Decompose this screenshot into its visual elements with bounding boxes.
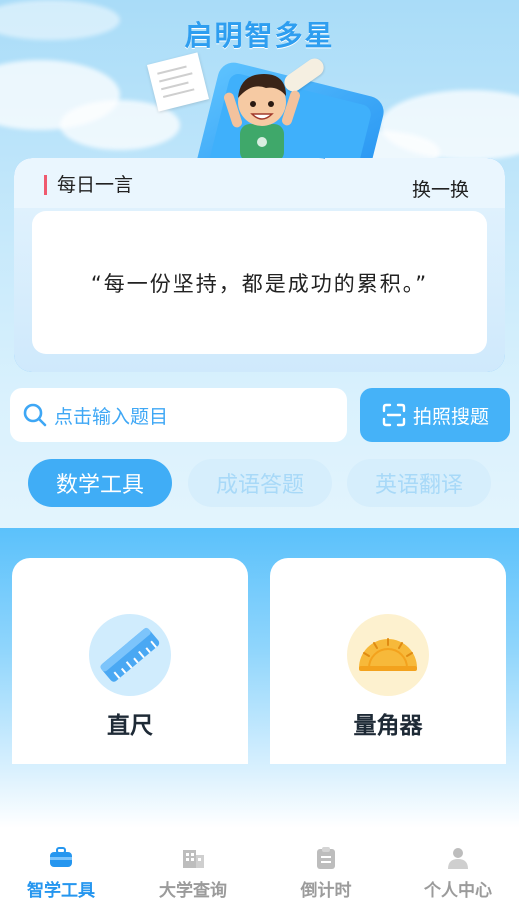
building-icon	[183, 850, 204, 868]
nav-item-profile[interactable]: 个人中心	[393, 844, 519, 901]
quote-content: “每一份坚持，都是成功的累积。”	[90, 271, 429, 296]
tool-label-protractor: 量角器	[353, 713, 423, 739]
scan-icon	[382, 403, 406, 427]
photo-search-label: 拍照搜题	[412, 405, 489, 428]
nav-label-profile: 个人中心	[424, 881, 492, 901]
nav-item-countdown[interactable]: 倒计时	[261, 844, 391, 901]
search-input[interactable]: 点击输入题目	[10, 388, 347, 442]
tool-label-ruler: 直尺	[107, 713, 153, 739]
tab-idiom-quiz[interactable]: 成语答题	[188, 459, 332, 507]
toolbox-icon	[50, 847, 72, 867]
tool-card-protractor[interactable]: 量角器	[270, 558, 506, 764]
quote-text: “每一份坚持，都是成功的累积。”	[32, 211, 487, 354]
change-quote-button[interactable]: 换一换	[412, 175, 469, 202]
nav-label-countdown: 倒计时	[300, 881, 352, 901]
person-icon	[448, 848, 468, 869]
nav-label-smart-tools: 智学工具	[27, 881, 95, 901]
boy-illustration	[223, 74, 301, 162]
protractor-icon	[359, 638, 417, 671]
clipboard-icon	[317, 847, 335, 869]
nav-item-university[interactable]: 大学查询	[128, 844, 258, 901]
search-icon	[23, 403, 47, 427]
tab-english-translate[interactable]: 英语翻译	[347, 459, 491, 507]
tool-card-ruler[interactable]: 直尺	[12, 558, 248, 764]
nav-label-university: 大学查询	[159, 881, 227, 901]
app-title: 启明智多星	[184, 19, 335, 52]
photo-search-button[interactable]: 拍照搜题	[360, 388, 510, 442]
tab-math-tools[interactable]: 数学工具	[28, 459, 172, 507]
quote-title: 每日一言	[44, 175, 133, 195]
nav-item-smart-tools[interactable]: 智学工具	[0, 844, 126, 901]
ruler-icon	[100, 627, 160, 682]
search-placeholder: 点击输入题目	[54, 405, 169, 428]
bottom-nav: 智学工具 大学查询 倒计时 个人中心	[0, 836, 519, 906]
